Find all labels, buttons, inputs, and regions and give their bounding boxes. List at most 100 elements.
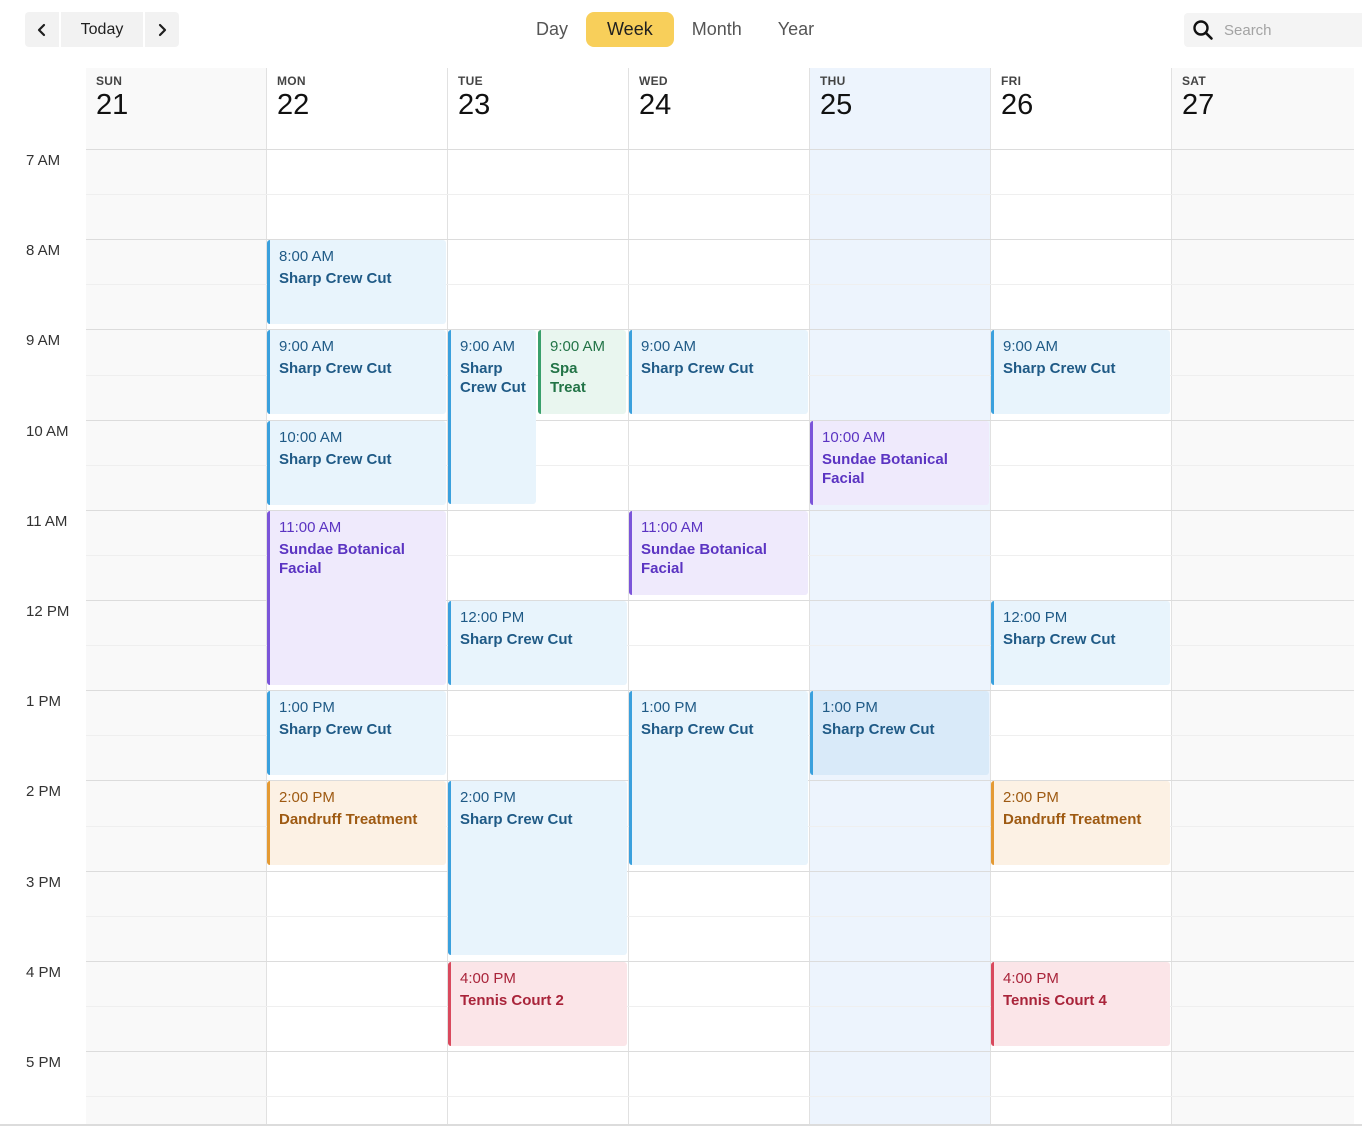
next-week-button[interactable] xyxy=(145,12,179,47)
event-title: Sundae Botanical Facial xyxy=(641,541,767,577)
day-number[interactable]: 27 xyxy=(1182,90,1214,120)
event-title: Sharp Crew Cut xyxy=(1003,360,1116,377)
event-title: Tennis Court 2 xyxy=(460,992,564,1009)
day-of-week-label: SAT xyxy=(1182,74,1207,88)
view-month-button[interactable]: Month xyxy=(674,12,760,47)
day-number[interactable]: 25 xyxy=(820,90,852,120)
day-number[interactable]: 26 xyxy=(1001,90,1033,120)
event-title: Sundae Botanical Facial xyxy=(822,451,948,487)
event-time: 4:00 PM xyxy=(1003,970,1059,987)
day-header: FRI 26 xyxy=(1001,74,1033,120)
day-column-sun[interactable]: SUN 21 xyxy=(86,68,266,1126)
view-switcher: Day Week Month Year xyxy=(518,12,832,47)
event-title: Sharp Crew Cut xyxy=(641,360,754,377)
hour-gridline xyxy=(86,149,1354,150)
time-label: 7 AM xyxy=(26,152,61,169)
day-number[interactable]: 21 xyxy=(96,90,128,120)
event-title: Dandruff Treatment xyxy=(1003,811,1142,828)
event-time: 1:00 PM xyxy=(641,699,697,716)
calendar-event[interactable]: 2:00 PM Dandruff Treatment xyxy=(267,781,446,865)
event-title: Sharp Crew Cut xyxy=(279,451,392,468)
calendar-event[interactable]: 2:00 PM Dandruff Treatment xyxy=(991,781,1170,865)
calendar-event[interactable]: 10:00 AM Sharp Crew Cut xyxy=(267,421,446,505)
event-time: 10:00 AM xyxy=(822,429,886,446)
calendar-event[interactable]: 4:00 PM Tennis Court 2 xyxy=(448,962,627,1046)
time-label: 12 PM xyxy=(26,603,70,620)
view-day-button[interactable]: Day xyxy=(518,12,586,47)
event-time: 4:00 PM xyxy=(460,970,516,987)
calendar-event[interactable]: 9:00 AM Sharp Crew Cut xyxy=(448,330,536,504)
chevron-left-icon xyxy=(37,23,46,36)
calendar-event[interactable]: 9:00 AM Sharp Crew Cut xyxy=(991,330,1170,414)
day-column-thu[interactable]: THU 25 xyxy=(809,68,990,1126)
event-title: Sharp Crew Cut xyxy=(460,811,573,828)
day-header: WED 24 xyxy=(639,74,671,120)
event-title: Sharp Crew Cut xyxy=(822,721,935,738)
search-icon xyxy=(1193,20,1213,40)
search-input[interactable] xyxy=(1224,21,1354,39)
calendar-event[interactable]: 9:00 AM Sharp Crew Cut xyxy=(629,330,808,414)
previous-week-button[interactable] xyxy=(25,12,59,47)
day-number[interactable]: 24 xyxy=(639,90,671,120)
calendar-event[interactable]: 1:00 PM Sharp Crew Cut xyxy=(267,691,446,775)
event-time: 9:00 AM xyxy=(460,338,516,355)
calendar-event[interactable]: 12:00 PM Sharp Crew Cut xyxy=(448,601,627,685)
time-label: 9 AM xyxy=(26,332,61,349)
event-title: Sharp Crew Cut xyxy=(1003,631,1116,648)
day-number[interactable]: 23 xyxy=(458,90,490,120)
day-of-week-label: FRI xyxy=(1001,74,1022,88)
time-label: 11 AM xyxy=(26,513,68,530)
calendar-event[interactable]: 8:00 AM Sharp Crew Cut xyxy=(267,240,446,324)
half-hour-gridline xyxy=(86,1096,1354,1097)
day-header: TUE 23 xyxy=(458,74,490,120)
event-time: 9:00 AM xyxy=(550,338,606,355)
day-header: THU 25 xyxy=(820,74,852,120)
calendar-event[interactable]: 9:00 AM Spa Treat xyxy=(538,330,626,414)
event-title: Sharp Crew Cut xyxy=(641,721,754,738)
calendar-event[interactable]: 12:00 PM Sharp Crew Cut xyxy=(991,601,1170,685)
event-time: 2:00 PM xyxy=(279,789,335,806)
event-time: 11:00 AM xyxy=(279,519,342,536)
day-column-sat[interactable]: SAT 27 xyxy=(1171,68,1354,1126)
view-week-button[interactable]: Week xyxy=(586,12,674,47)
today-button[interactable]: Today xyxy=(61,12,143,47)
half-hour-gridline xyxy=(86,194,1354,195)
time-label: 3 PM xyxy=(26,874,62,891)
day-of-week-label: THU xyxy=(820,74,846,88)
event-time: 8:00 AM xyxy=(279,248,335,265)
event-title: Sharp Crew Cut xyxy=(460,631,573,648)
calendar-event[interactable]: 9:00 AM Sharp Crew Cut xyxy=(267,330,446,414)
time-label: 2 PM xyxy=(26,783,62,800)
calendar-event[interactable]: 4:00 PM Tennis Court 4 xyxy=(991,962,1170,1046)
event-time: 12:00 PM xyxy=(1003,609,1068,626)
calendar-event[interactable]: 2:00 PM Sharp Crew Cut xyxy=(448,781,627,955)
calendar-event[interactable]: 11:00 AM Sundae Botanical Facial xyxy=(629,511,808,595)
event-title: Dandruff Treatment xyxy=(279,811,418,828)
calendar-event[interactable]: 1:00 PM Sharp Crew Cut xyxy=(810,691,989,775)
day-of-week-label: SUN xyxy=(96,74,123,88)
calendar-event[interactable]: 10:00 AM Sundae Botanical Facial xyxy=(810,421,989,505)
time-label: 5 PM xyxy=(26,1054,62,1071)
view-year-button[interactable]: Year xyxy=(760,12,832,47)
event-time: 2:00 PM xyxy=(1003,789,1059,806)
calendar-event[interactable]: 1:00 PM Sharp Crew Cut xyxy=(629,691,808,865)
event-title: Sharp Crew Cut xyxy=(279,270,392,287)
day-column-wed[interactable]: WED 24 xyxy=(628,68,809,1126)
day-of-week-label: WED xyxy=(639,74,668,88)
day-number[interactable]: 22 xyxy=(277,90,309,120)
date-navigation: Today xyxy=(25,12,179,47)
calendar-app: Today Day Week Month Year 7 AM 8 AM 9 AM 10… xyxy=(0,0,1362,1126)
day-of-week-label: TUE xyxy=(458,74,483,88)
event-title: Sharp Crew Cut xyxy=(279,721,392,738)
event-time: 9:00 AM xyxy=(279,338,335,355)
calendar-event[interactable]: 11:00 AM Sundae Botanical Facial xyxy=(267,511,446,685)
event-time: 10:00 AM xyxy=(279,429,343,446)
event-time: 11:00 AM xyxy=(641,519,704,536)
time-label: 1 PM xyxy=(26,693,62,710)
hour-gridline xyxy=(86,1051,1354,1052)
search-box xyxy=(1184,13,1362,47)
event-time: 2:00 PM xyxy=(460,789,516,806)
event-time: 12:00 PM xyxy=(460,609,525,626)
event-title: Sundae Botanical Facial xyxy=(279,541,405,577)
event-title: Sharp Crew Cut xyxy=(279,360,392,377)
